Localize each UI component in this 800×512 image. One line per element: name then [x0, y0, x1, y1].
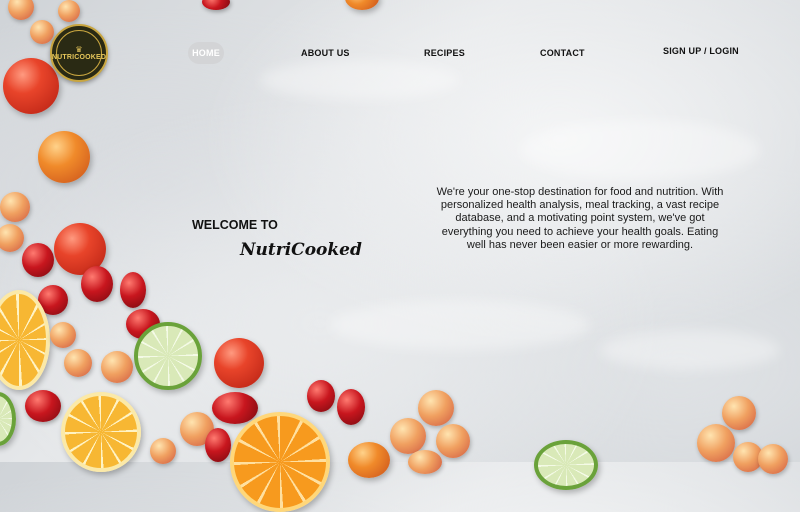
hero-description: We're your one-stop destination for food… — [436, 186, 724, 251]
fruit-image — [58, 0, 80, 22]
fruit-image — [202, 0, 230, 10]
fruit-image — [436, 424, 470, 458]
fruit-image — [61, 392, 141, 472]
fruit-image — [0, 224, 24, 252]
fruit-image — [0, 192, 30, 222]
fruit-image — [212, 392, 258, 424]
fruit-image — [25, 390, 61, 422]
fruit-image — [64, 349, 92, 377]
fruit-image — [134, 322, 202, 390]
fruit-image — [50, 322, 76, 348]
fruit-image — [722, 396, 756, 430]
fruit-image — [0, 392, 16, 446]
fruit-image — [22, 243, 54, 277]
fruit-image — [230, 412, 330, 512]
fruit-image — [8, 0, 34, 20]
fruit-image — [390, 418, 426, 454]
crown-icon: ♛ — [75, 44, 83, 54]
fruit-image — [348, 442, 390, 478]
nav-recipes[interactable]: RECIPES — [424, 48, 465, 58]
fruit-image — [534, 440, 598, 490]
nav-contact[interactable]: CONTACT — [540, 48, 585, 58]
fruit-image — [38, 131, 90, 183]
fruit-image — [697, 424, 735, 462]
fruit-image — [120, 272, 146, 308]
fruit-image — [81, 266, 113, 302]
nav-home[interactable]: HOME — [188, 42, 224, 64]
welcome-heading: WELCOME TO — [192, 218, 278, 232]
fruit-image — [345, 0, 379, 10]
fruit-image — [418, 390, 454, 426]
fruit-image — [30, 20, 54, 44]
fruit-image — [408, 450, 442, 474]
fruit-image — [337, 389, 365, 425]
logo-name: NUTRICOOKED — [51, 53, 107, 61]
fruit-image — [150, 438, 176, 464]
fruit-image — [101, 351, 133, 383]
brand-name: NutriCooked — [240, 240, 362, 260]
fruit-image — [205, 428, 231, 462]
fruit-image — [307, 380, 335, 412]
nav-about-us[interactable]: ABOUT US — [301, 48, 350, 58]
fruit-image — [3, 58, 59, 114]
fruit-image — [214, 338, 264, 388]
fruit-image — [758, 444, 788, 474]
brand-logo[interactable]: ♛ NUTRICOOKED — [50, 24, 108, 82]
nav-signup-login[interactable]: SIGN UP / LOGIN — [663, 46, 739, 56]
